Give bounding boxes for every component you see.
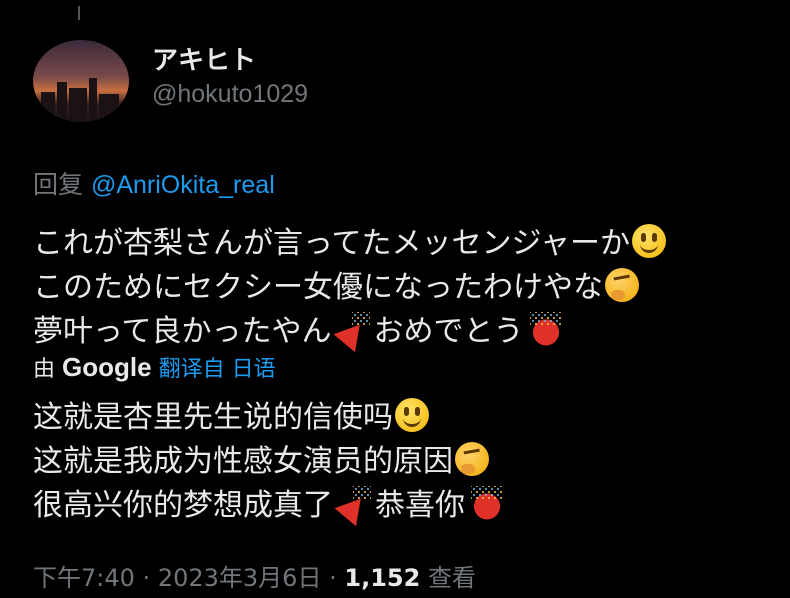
confetti-ball-icon <box>467 486 507 520</box>
user-handle[interactable]: @hokuto1029 <box>152 80 308 109</box>
separator-dot: · <box>142 564 151 592</box>
translated-line: 这就是我成为性感女演员的原因 <box>33 444 453 479</box>
grinning-face-icon <box>632 224 666 258</box>
views-count: 1,152 <box>344 564 421 592</box>
translated-by-label: 由 <box>33 357 56 382</box>
tweet-line: おめでとう <box>373 314 524 349</box>
translated-line: 这就是杏里先生说的信使吗 <box>33 400 393 435</box>
tweet-time[interactable]: 下午7:40 <box>33 564 135 592</box>
tweet-date[interactable]: 2023年3月6日 <box>158 564 322 592</box>
separator-dot: · <box>329 564 337 592</box>
thinking-face-icon <box>605 268 639 302</box>
grinning-face-icon <box>395 398 429 432</box>
confetti-ball-icon <box>525 312 566 346</box>
translated-line: 很高兴你的梦想成真了 <box>33 488 333 523</box>
party-popper-icon <box>335 486 375 520</box>
translated-from-link[interactable]: 翻译自 日语 <box>159 357 276 382</box>
translated-line: 恭喜你 <box>375 488 465 523</box>
avatar[interactable] <box>33 40 129 122</box>
reply-context: 回复 @AnriOkita_real <box>33 165 275 201</box>
reply-mention-link[interactable]: @AnriOkita_real <box>91 171 275 199</box>
views-label: 查看 <box>427 564 476 592</box>
translated-text: 这就是杏里先生说的信使吗 这就是我成为性感女演员的原因 很高兴你的梦想成真了 恭喜… <box>33 396 507 528</box>
translation-attribution: 由 Google 翻译自 日语 <box>33 350 276 387</box>
display-name[interactable]: アキヒト <box>152 40 256 77</box>
party-popper-icon <box>334 312 374 346</box>
tweet-line: これが杏梨さんが言ってたメッセンジャーか <box>33 226 630 261</box>
tweet-meta: 下午7:40 · 2023年3月6日 · 1,152 查看 <box>33 558 476 593</box>
thinking-face-icon <box>455 442 489 476</box>
tweet-line: 夢叶って良かったやん <box>33 314 332 349</box>
reply-prefix: 回复 <box>33 170 84 199</box>
top-divider-tick <box>78 6 80 20</box>
tweet-text: これが杏梨さんが言ってたメッセンジャーか このためにセクシー女優になったわけやな… <box>33 222 666 354</box>
tweet-line: このためにセクシー女優になったわけやな <box>33 270 603 305</box>
google-logo: Google <box>62 352 152 382</box>
